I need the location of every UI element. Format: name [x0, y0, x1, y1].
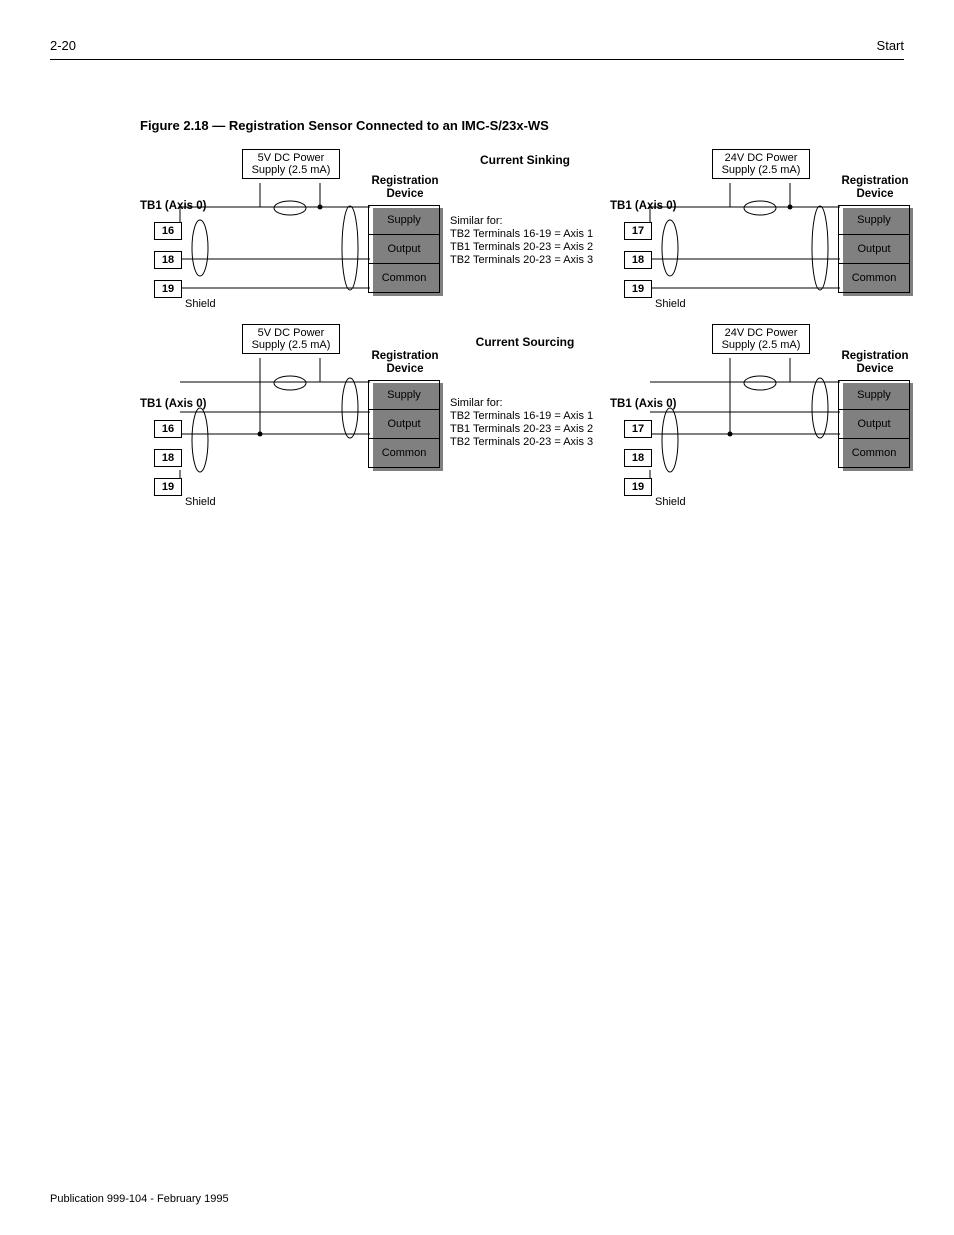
chapter-name: Start — [877, 38, 904, 53]
figure-caption: Figure 2.18 — Registration Sensor Connec… — [140, 118, 904, 133]
shield-label: Shield — [185, 496, 216, 508]
terminal-18: 18 — [624, 251, 652, 269]
center-text-sourcing: Current Sourcing Similar for: TB2 Termin… — [450, 335, 600, 449]
diagram-24v-sourcing: 24V DC Power Supply (2.5 mA) TB1 (Axis 0… — [610, 320, 910, 510]
reg-device-box: Supply Output Common — [838, 205, 910, 293]
header-rule — [50, 59, 904, 60]
power-supply-5v: 5V DC Power Supply (2.5 mA) — [242, 149, 340, 179]
diagram-5v-sourcing: 5V DC Power Supply (2.5 mA) TB1 (Axis 0)… — [140, 320, 440, 510]
tb1-label: TB1 (Axis 0) — [610, 200, 676, 212]
sink-heading: Current Sinking — [450, 153, 600, 167]
terminal-18: 18 — [154, 449, 182, 467]
diagram-24v-sinking: 24V DC Power Supply (2.5 mA) TB1 (Axis 0… — [610, 145, 910, 335]
terminal-16: 16 — [154, 222, 182, 240]
terminal-16: 16 — [154, 420, 182, 438]
tb1-label: TB1 (Axis 0) — [140, 398, 206, 410]
reg-device-label: Registration Device — [370, 175, 440, 200]
page-number: 2-20 — [50, 38, 76, 53]
center-text-sinking: Current Sinking Similar for: TB2 Termina… — [450, 153, 600, 267]
terminal-19: 19 — [154, 280, 182, 298]
reg-device-box: Supply Output Common — [368, 205, 440, 293]
reg-device-box: Supply Output Common — [838, 380, 910, 468]
power-supply-24v: 24V DC Power Supply (2.5 mA) — [712, 324, 810, 354]
terminal-18: 18 — [154, 251, 182, 269]
tb1-label: TB1 (Axis 0) — [610, 398, 676, 410]
reg-device-label: Registration Device — [840, 175, 910, 200]
terminal-17: 17 — [624, 420, 652, 438]
wiring-diagrams: 5V DC Power Supply (2.5 mA) TB1 (Axis 0)… — [140, 145, 910, 545]
diagram-5v-sinking: 5V DC Power Supply (2.5 mA) TB1 (Axis 0)… — [140, 145, 440, 335]
terminal-19: 19 — [624, 478, 652, 496]
reg-device-box: Supply Output Common — [368, 380, 440, 468]
source-heading: Current Sourcing — [450, 335, 600, 349]
power-supply-5v: 5V DC Power Supply (2.5 mA) — [242, 324, 340, 354]
reg-device-label: Registration Device — [840, 350, 910, 375]
shield-label: Shield — [655, 298, 686, 310]
tb1-label: TB1 (Axis 0) — [140, 200, 206, 212]
terminal-18: 18 — [624, 449, 652, 467]
terminal-19: 19 — [624, 280, 652, 298]
shield-label: Shield — [655, 496, 686, 508]
terminal-17: 17 — [624, 222, 652, 240]
shield-label: Shield — [185, 298, 216, 310]
publication-footer: Publication 999-104 - February 1995 — [50, 1193, 229, 1205]
reg-device-label: Registration Device — [370, 350, 440, 375]
power-supply-24v: 24V DC Power Supply (2.5 mA) — [712, 149, 810, 179]
terminal-19: 19 — [154, 478, 182, 496]
